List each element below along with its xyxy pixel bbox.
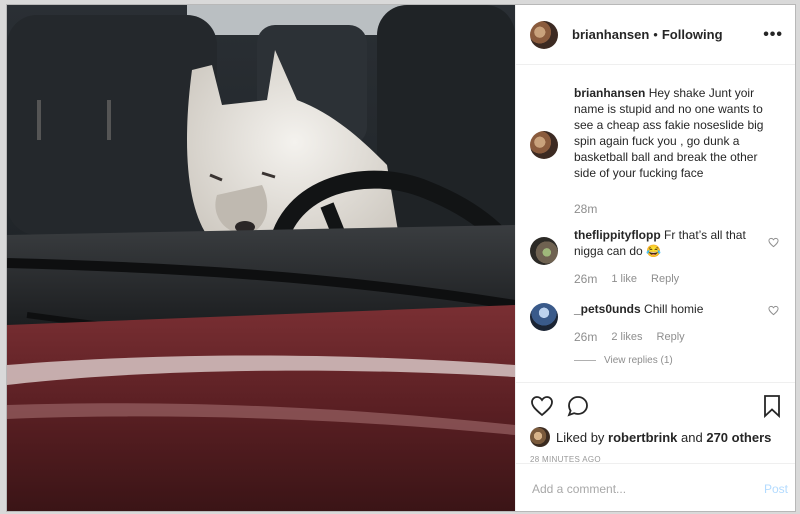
heart-icon[interactable] xyxy=(530,394,554,418)
comment-composer: Post xyxy=(516,463,795,511)
comment-input[interactable] xyxy=(530,480,734,497)
comment-text: Hey shake Junt yoir name is stupid and n… xyxy=(574,86,764,180)
comment-time[interactable]: 28m xyxy=(574,201,597,217)
post-header: brianhansen • Following ••• xyxy=(516,5,795,65)
comment-meta: 28m xyxy=(574,201,774,217)
post-sidebar: brianhansen • Following ••• brianhansen … xyxy=(515,5,795,511)
comment-username[interactable]: _pets0unds xyxy=(574,302,641,316)
header-separator: • xyxy=(653,27,658,42)
comment-username[interactable]: theflippityflopp xyxy=(574,228,661,242)
comment-meta: 26m 1 like Reply xyxy=(574,271,774,287)
comment-likes[interactable]: 2 likes xyxy=(611,329,642,345)
liked-by-prefix: Liked by xyxy=(556,429,605,445)
comment-text: Chill homie xyxy=(644,302,704,316)
liker-avatar[interactable] xyxy=(530,427,550,447)
liked-by-user[interactable]: robertbrink xyxy=(608,430,677,445)
comment-avatar[interactable] xyxy=(530,131,558,159)
comment-time[interactable]: 26m xyxy=(574,271,597,287)
liked-by-and: and xyxy=(681,429,703,445)
comment-body: brianhansen Hey shake Junt yoir name is … xyxy=(574,85,774,217)
author-username[interactable]: brianhansen xyxy=(572,27,649,42)
post-actions: Liked by robertbrink and 270 others 28 M… xyxy=(516,382,795,464)
comment-icon[interactable] xyxy=(566,394,590,418)
comment-body: _pets0unds Chill homie 26m 2 likes Reply xyxy=(574,301,774,345)
post-comment-button[interactable]: Post xyxy=(764,482,788,496)
like-comment-heart-icon[interactable] xyxy=(768,237,779,248)
dog-in-car-photo xyxy=(7,5,515,511)
like-comment-heart-icon[interactable] xyxy=(768,305,779,316)
comments-list: brianhansen Hey shake Junt yoir name is … xyxy=(516,65,795,368)
comment-likes[interactable]: 1 like xyxy=(611,271,637,287)
view-replies-button[interactable]: View replies (1) xyxy=(574,355,783,366)
caption-comment: brianhansen Hey shake Junt yoir name is … xyxy=(530,85,783,217)
comment-time[interactable]: 26m xyxy=(574,329,597,345)
view-replies-label: View replies (1) xyxy=(604,355,673,366)
comment-avatar[interactable] xyxy=(530,303,558,331)
comment-username[interactable]: brianhansen xyxy=(574,86,645,100)
following-button[interactable]: Following xyxy=(662,27,723,42)
comment-body: theflippityflopp Fr that’s all that nigg… xyxy=(574,227,774,287)
liked-by-others[interactable]: 270 others xyxy=(706,430,771,445)
action-icons xyxy=(530,391,784,421)
ellipsis-icon[interactable]: ••• xyxy=(763,26,783,44)
comment-avatar[interactable] xyxy=(530,237,558,265)
bookmark-icon[interactable] xyxy=(760,394,784,418)
list-item: theflippityflopp Fr that’s all that nigg… xyxy=(530,227,783,287)
likes-text: Liked by robertbrink and 270 others xyxy=(556,430,771,445)
reply-button[interactable]: Reply xyxy=(651,271,679,287)
post-window: brianhansen • Following ••• brianhansen … xyxy=(6,4,796,512)
replies-divider xyxy=(574,360,596,361)
author-avatar[interactable] xyxy=(530,20,558,49)
comment-meta: 26m 2 likes Reply xyxy=(574,329,774,345)
reply-button[interactable]: Reply xyxy=(657,329,685,345)
list-item: _pets0unds Chill homie 26m 2 likes Reply xyxy=(530,301,783,345)
post-photo[interactable] xyxy=(7,5,515,511)
likes-summary: Liked by robertbrink and 270 others xyxy=(530,427,784,447)
